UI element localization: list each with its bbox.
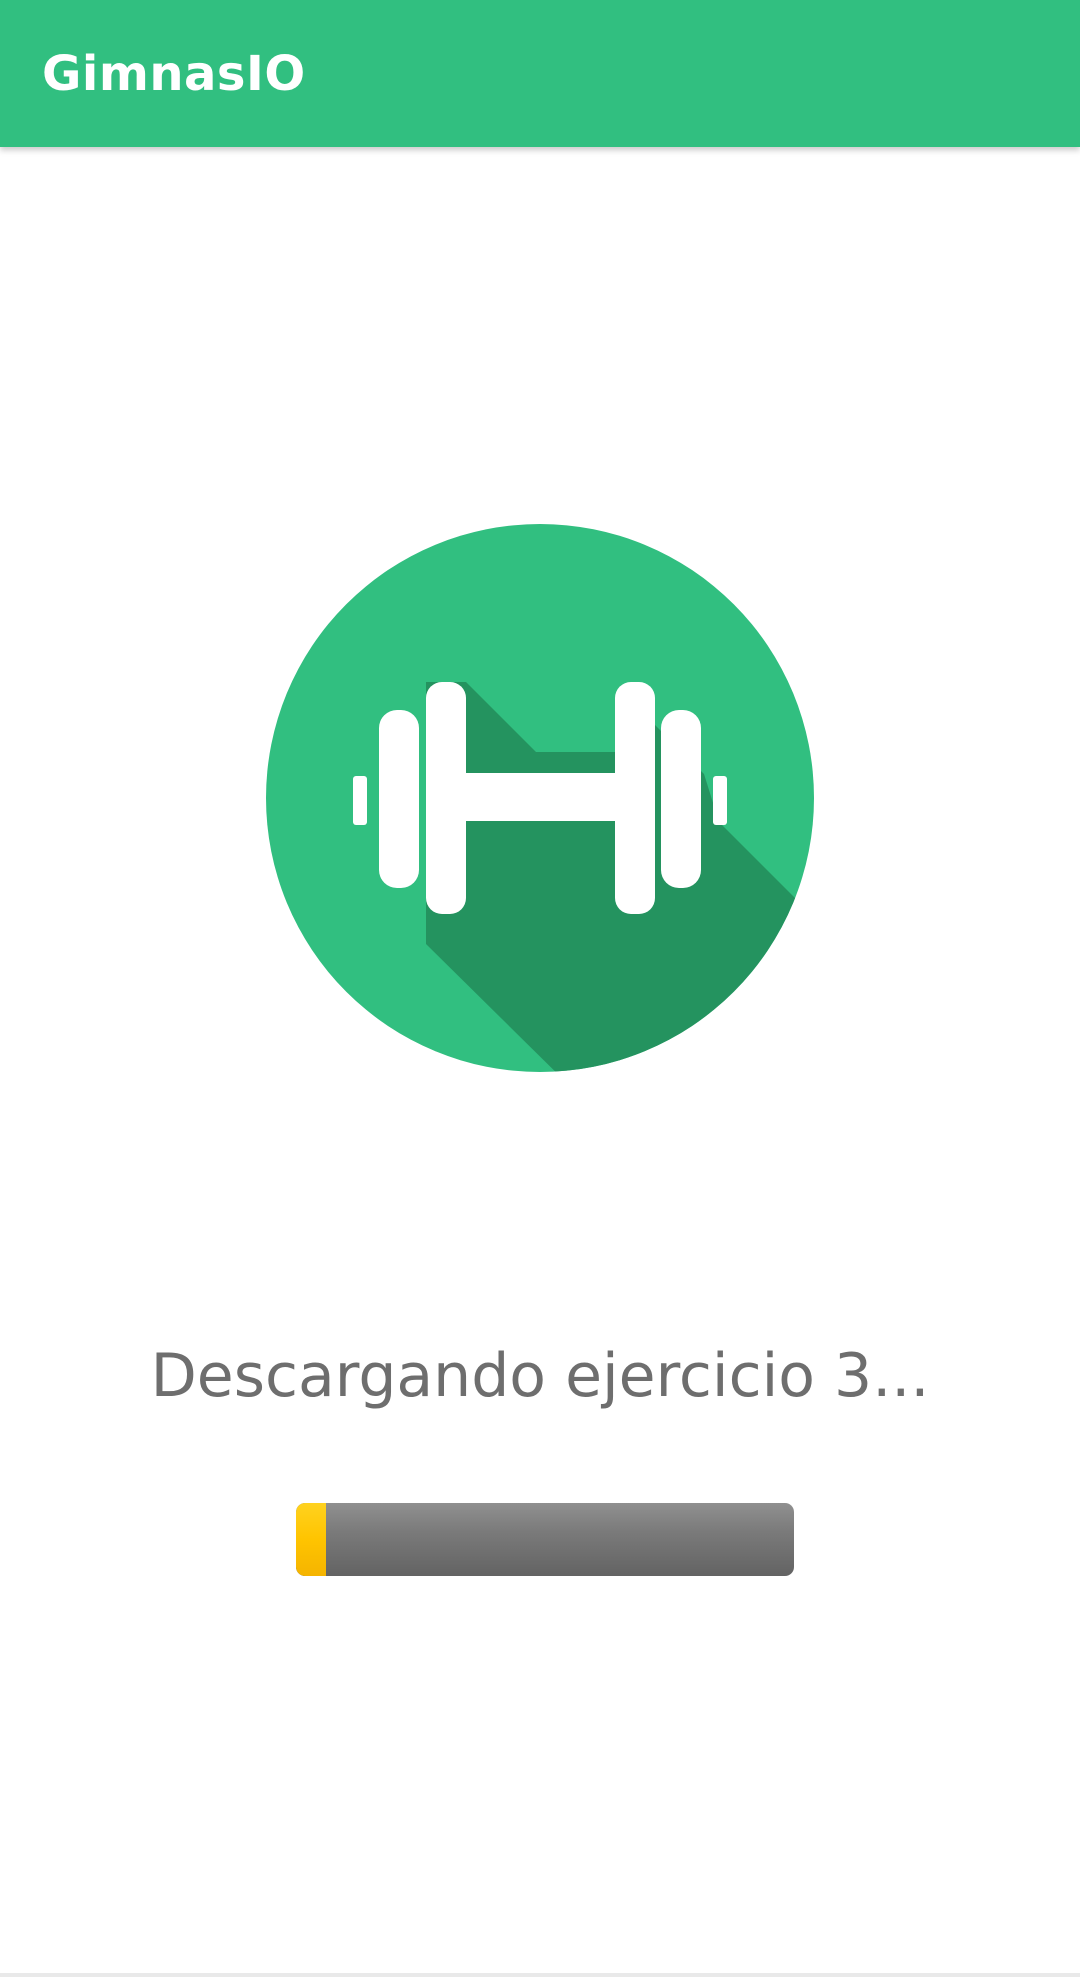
dumbbell-icon <box>266 524 814 1072</box>
bottom-divider <box>0 1973 1080 1977</box>
app-title: GimnasIO <box>42 46 306 102</box>
app-bar: GimnasIO <box>0 0 1080 147</box>
download-progress-fill <box>296 1503 326 1576</box>
download-status-text: Descargando ejercicio 3... <box>150 1341 930 1411</box>
download-progress-bar <box>296 1503 794 1576</box>
